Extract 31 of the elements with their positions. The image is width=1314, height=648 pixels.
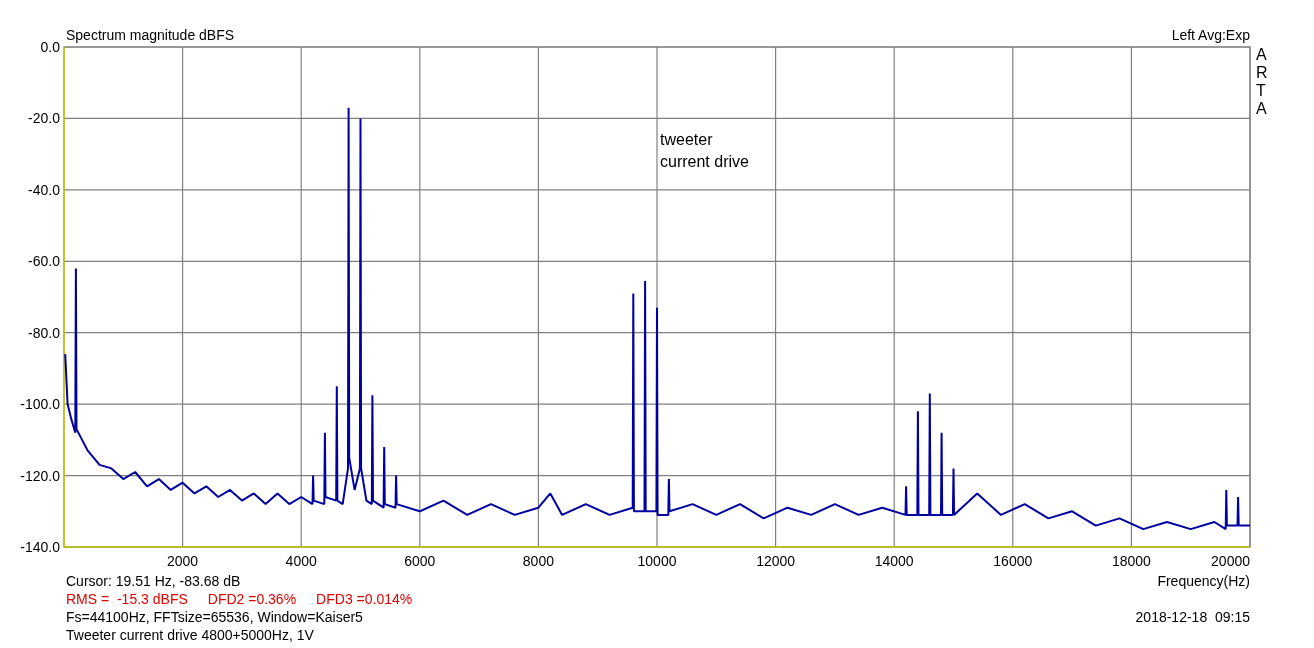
chart-annotation: current drive <box>660 153 749 170</box>
x-tick-label: 8000 <box>522 553 554 569</box>
x-tick-label: 18000 <box>1111 553 1151 569</box>
channel-info: Left Avg:Exp <box>1171 27 1250 43</box>
logo-text: ARTA <box>1256 46 1268 117</box>
cursor-readout: Cursor: 19.51 Hz, -83.68 dB <box>66 572 241 590</box>
y-tick-label: -60.0 <box>28 253 60 270</box>
y-tick-label: -80.0 <box>28 324 60 341</box>
measurement-readout: RMS = -15.3 dBFS <box>66 590 188 608</box>
x-tick-label: 14000 <box>874 553 914 569</box>
x-tick-label: 6000 <box>404 553 436 569</box>
measurement-readout: DFD2 =0.36% <box>207 590 297 608</box>
x-tick-label: 12000 <box>756 553 796 569</box>
chart-title: Spectrum magnitude dBFS <box>66 27 235 43</box>
y-tick-label: -20.0 <box>28 110 60 127</box>
y-tick-label: -40.0 <box>28 181 60 198</box>
y-tick-label: 0.0 <box>40 39 60 55</box>
y-tick-label: -100.0 <box>20 396 60 413</box>
measurement-description: Tweeter current drive 4800+5000Hz, 1V <box>66 626 314 644</box>
x-tick-label: 20000 <box>1211 553 1250 569</box>
x-axis-title: Frequency(Hz) <box>1157 572 1250 590</box>
y-tick-label: -140.0 <box>20 539 60 555</box>
timestamp: 2018-12-18 09:15 <box>1135 608 1250 626</box>
x-tick-label: 10000 <box>637 553 677 569</box>
x-tick-label: 2000 <box>167 553 199 569</box>
analysis-settings: Fs=44100Hz, FFTsize=65536, Window=Kaiser5 <box>66 608 363 626</box>
chart-annotation: tweeter <box>660 131 713 148</box>
measurement-readout: DFD3 =0.014% <box>316 590 413 608</box>
y-tick-label: -120.0 <box>20 467 60 484</box>
x-tick-label: 4000 <box>285 553 317 569</box>
x-tick-label: 16000 <box>993 553 1033 569</box>
